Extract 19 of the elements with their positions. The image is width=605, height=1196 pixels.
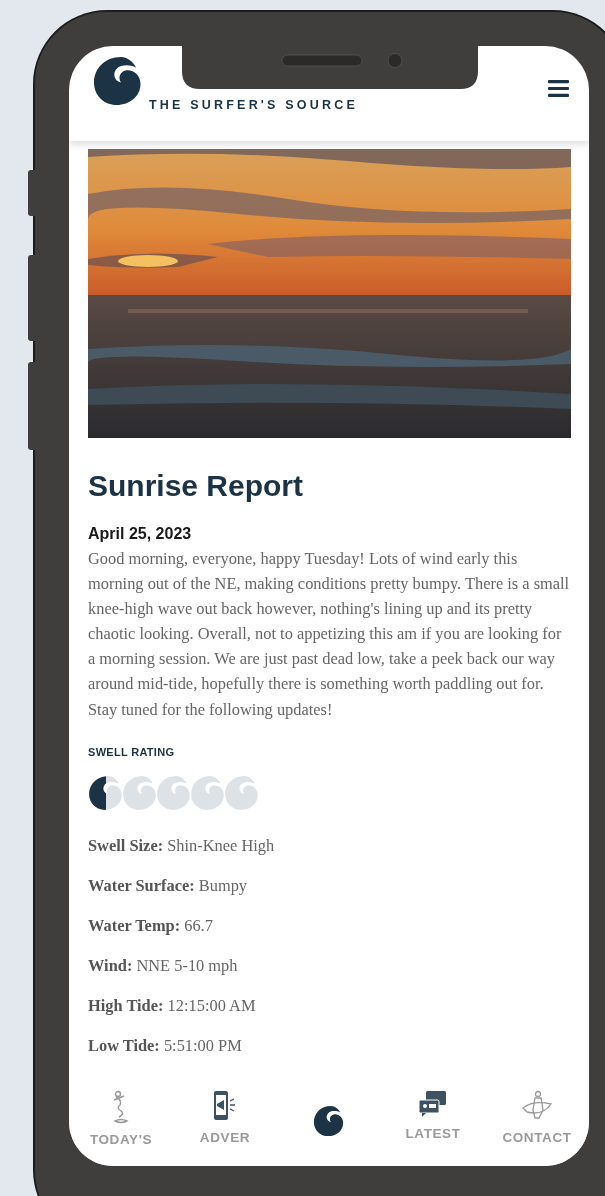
rating-label: SWELL RATING: [88, 744, 176, 760]
report-text: Good morning, everyone, happy Tuesday! Lots of wind early this morning out of the NE, making conditions pretty bumpy. There is a small knee-high wave out back however, nothing's lining up and its pretty chaotic looking. Overall, not to appetizing this am if you are looking for a morning session. We are just past dead low, take a peek back our way around mid-tide, hopefully there is something worth paddling out for. Stay tuned for the following updates!: [88, 548, 571, 721]
phone-megaphone-icon: [212, 1090, 238, 1122]
report-detail: Swell Size: Shin-Knee High: [88, 835, 276, 858]
report-detail: High Tide: 12:15:00 AM: [88, 995, 257, 1018]
report-date: April 25, 2023: [88, 524, 193, 544]
nav-tab[interactable]: LATEST: [381, 1086, 485, 1166]
report-detail: Water Surface: Bumpy: [88, 875, 249, 898]
nav-tab[interactable]: CONTACT: [485, 1086, 589, 1166]
nav-tab[interactable]: ADVER: [173, 1086, 277, 1166]
report-detail: Wind: NNE 5-10 mph: [88, 955, 239, 978]
logo-tagline: THE SURFER'S SOURCE: [149, 97, 358, 114]
report-detail: Low Tide: 5:51:00 PM: [88, 1035, 243, 1058]
report-detail: Water Temp: 66.7: [88, 915, 214, 938]
chat-icon: [418, 1090, 448, 1118]
report-title: Sunrise Report: [88, 468, 305, 504]
surfboard-icon: [521, 1090, 553, 1122]
nav-tab[interactable]: TODAY'S: [69, 1086, 173, 1166]
wave-icon: [312, 1104, 346, 1138]
